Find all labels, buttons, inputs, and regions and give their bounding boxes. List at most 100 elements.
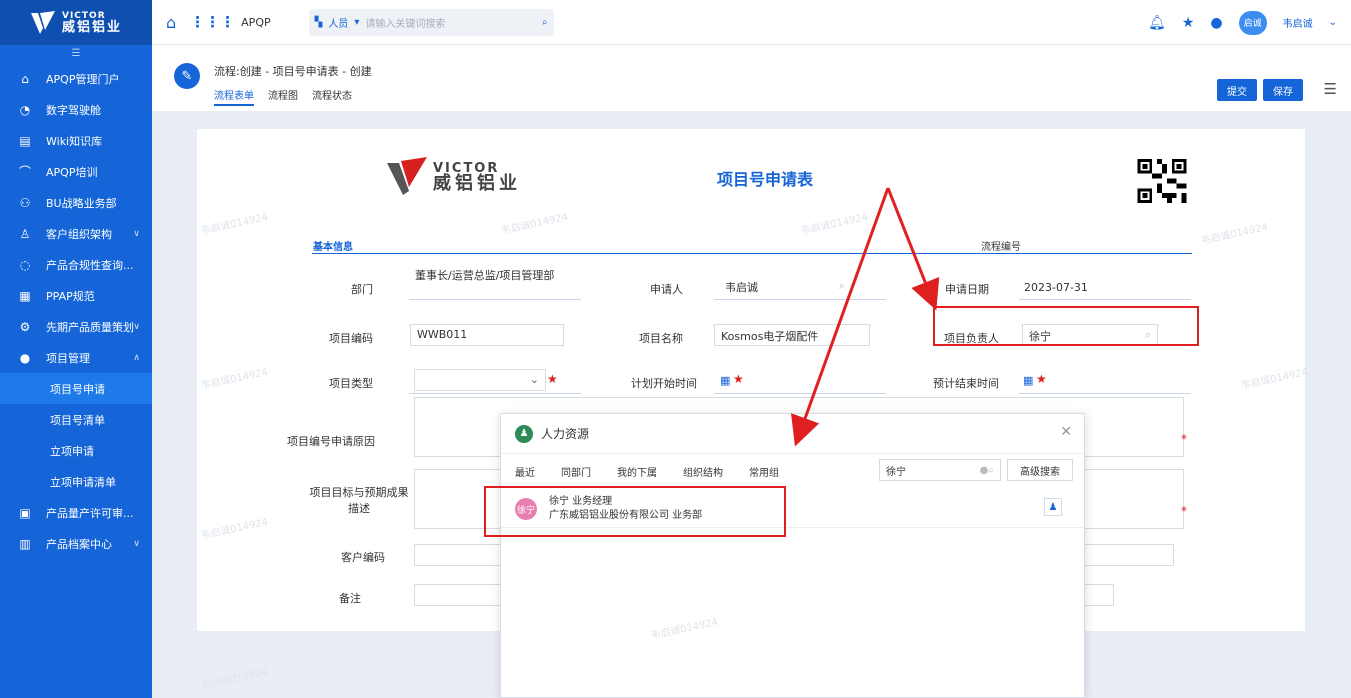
- document-icon: ▦: [19, 288, 31, 303]
- form-logo: VICTOR 威铝铝业: [387, 157, 521, 197]
- list-menu-icon[interactable]: ☰: [1324, 80, 1337, 98]
- bell-icon[interactable]: 🔔︎: [1148, 15, 1166, 31]
- people-icon: ♙: [19, 226, 31, 241]
- chevron-down-icon: ∨: [133, 321, 140, 332]
- search-icon[interactable]: ⌕: [542, 17, 548, 28]
- chevron-up-icon: ∧: [133, 352, 140, 363]
- type-select[interactable]: ⌄: [414, 369, 546, 391]
- victor-logo-icon: [30, 10, 56, 36]
- calendar-icon[interactable]: ▦: [1023, 374, 1033, 387]
- tab-common-groups[interactable]: 常用组: [749, 464, 779, 479]
- process-icon: ✎: [174, 63, 200, 89]
- applicant-label: 申请人: [650, 283, 683, 296]
- form-title: 项目号申请表: [717, 170, 814, 189]
- start-underline: [714, 393, 886, 394]
- cust-label: 客户编码: [341, 551, 385, 564]
- sidebar-item-compliance[interactable]: ◌ 产品合规性查询...: [0, 249, 152, 280]
- victor-logo-icon: [387, 157, 429, 197]
- dept-underline: [409, 299, 581, 300]
- collapse-icon[interactable]: ☰: [0, 45, 152, 63]
- archive-icon: ▥: [19, 536, 31, 551]
- sidebar: VICTOR 威铝铝业 ☰ ⌂ APQP管理门户 ◔ 数字驾驶舱 ▤ Wiki知识库 …: [0, 0, 152, 698]
- tab-recent[interactable]: 最近: [515, 464, 535, 479]
- search-icon[interactable]: ⌕: [839, 279, 845, 293]
- required-icon: ★: [733, 372, 744, 386]
- search-type-select[interactable]: 人员: [328, 15, 348, 30]
- sidebar-item-apqp-plan[interactable]: ⚙ 先期产品质量策划 ∨: [0, 311, 152, 342]
- name-label: 项目名称: [639, 332, 683, 345]
- app-grid-icon[interactable]: ⋮⋮⋮: [190, 13, 235, 31]
- sidebar-item-wiki[interactable]: ▤ Wiki知识库: [0, 125, 152, 156]
- apply-date-label: 申请日期: [945, 283, 989, 296]
- close-icon[interactable]: ✕: [1060, 424, 1072, 440]
- logo-cn: 威铝铝业: [61, 19, 122, 35]
- sidebar-item-mass-production[interactable]: ▣ 产品量产许可审...: [0, 497, 152, 528]
- chart-icon: ▣: [19, 505, 31, 520]
- dialog-search-value: 徐宁: [886, 466, 906, 478]
- user-name[interactable]: 韦启诚: [1283, 15, 1313, 30]
- applicant-field[interactable]: 韦启诚 ⌕: [718, 275, 852, 297]
- company-logo[interactable]: VICTOR 威铝铝业: [0, 0, 152, 45]
- sidebar-subitem-project-list[interactable]: 项目号清单: [0, 404, 152, 435]
- sidebar-subitem-project-apply[interactable]: 项目号申请: [0, 373, 152, 404]
- search-icon[interactable]: ⌕: [988, 465, 994, 476]
- clear-icon[interactable]: ●: [980, 465, 989, 476]
- sidebar-subitem-setup-list[interactable]: 立项申请清单: [0, 466, 152, 497]
- search-input[interactable]: 请输入关键词搜索: [365, 15, 536, 30]
- chat-icon[interactable]: ●: [1210, 15, 1222, 31]
- home-outline-icon: ⌂: [21, 71, 29, 86]
- calendar-icon[interactable]: ▦: [720, 374, 730, 387]
- type-label: 项目类型: [329, 377, 373, 390]
- tab-subordinates[interactable]: 我的下属: [617, 464, 657, 479]
- sidebar-item-bu[interactable]: ⚇ BU战略业务部: [0, 187, 152, 218]
- required-icon: ★: [1036, 372, 1047, 386]
- end-underline: [1019, 393, 1191, 394]
- sidebar-item-training[interactable]: ⌒ APQP培训: [0, 156, 152, 187]
- required-icon: *: [1181, 504, 1187, 518]
- reason-label: 项目编号申请原因: [287, 435, 375, 448]
- type-underline: [409, 393, 581, 394]
- chevron-down-icon: ▾: [354, 16, 360, 28]
- sidebar-item-archive[interactable]: ▥ 产品档案中心 ∨: [0, 528, 152, 559]
- chevron-down-icon: ⌄: [529, 373, 539, 386]
- code-input[interactable]: WWB011: [410, 324, 564, 346]
- sidebar-item-customer-org[interactable]: ♙ 客户组织架构 ∨: [0, 218, 152, 249]
- home-icon[interactable]: ⌂: [166, 13, 176, 32]
- dashboard-icon: ◔: [19, 102, 31, 117]
- remark-label: 备注: [339, 592, 361, 605]
- chevron-down-icon[interactable]: ⌄: [1329, 17, 1337, 28]
- sidebar-item-apqp-portal[interactable]: ⌂ APQP管理门户: [0, 63, 152, 94]
- advanced-search-button[interactable]: 高级搜索: [1007, 459, 1073, 481]
- app-name[interactable]: APQP: [241, 16, 270, 29]
- chevron-down-icon: ∨: [133, 228, 140, 239]
- apply-date-value: 2023-07-31: [1024, 281, 1088, 294]
- sidebar-item-project-mgmt[interactable]: ● 项目管理 ∧: [0, 342, 152, 373]
- org-icon: ⚇: [19, 195, 31, 210]
- process-header: ✎ 流程:创建 - 项目号申请表 - 创建 流程表单 流程图 流程状态 提交 保…: [152, 45, 1351, 111]
- tab-status[interactable]: 流程状态: [312, 87, 352, 106]
- dept-value: 董事长/运营总监/项目管理部: [415, 269, 555, 282]
- goal-label: 项目目标与预期成果描述: [309, 486, 409, 515]
- tab-form[interactable]: 流程表单: [214, 87, 254, 106]
- sidebar-subitem-setup-apply[interactable]: 立项申请: [0, 435, 152, 466]
- section-title: 基本信息: [313, 242, 353, 253]
- sidebar-item-dashboard[interactable]: ◔ 数字驾驶舱: [0, 94, 152, 125]
- tab-same-dept[interactable]: 同部门: [561, 464, 591, 479]
- star-icon[interactable]: ★: [1182, 15, 1195, 31]
- submit-button[interactable]: 提交: [1217, 79, 1257, 101]
- sidebar-item-ppap[interactable]: ▦ PPAP规范: [0, 280, 152, 311]
- code-label: 项目编码: [329, 332, 373, 345]
- tab-flowchart[interactable]: 流程图: [268, 87, 298, 106]
- tab-org-structure[interactable]: 组织结构: [683, 464, 723, 479]
- dialog-search-input[interactable]: 徐宁 ● ⌕: [879, 459, 1001, 481]
- people-search-icon: ▚: [314, 16, 323, 28]
- save-button[interactable]: 保存: [1263, 79, 1303, 101]
- avatar[interactable]: 启诚: [1238, 10, 1267, 35]
- user-icon: ●: [19, 350, 31, 365]
- process-title: 流程:创建 - 项目号申请表 - 创建: [214, 65, 372, 78]
- person-card-icon[interactable]: ♟: [1044, 498, 1062, 516]
- global-search[interactable]: ▚ 人员 ▾ 请输入关键词搜索 ⌕: [308, 8, 554, 36]
- required-icon: ★: [547, 372, 558, 386]
- applicant-underline: [714, 299, 886, 300]
- name-input[interactable]: Kosmos电子烟配件: [714, 324, 870, 346]
